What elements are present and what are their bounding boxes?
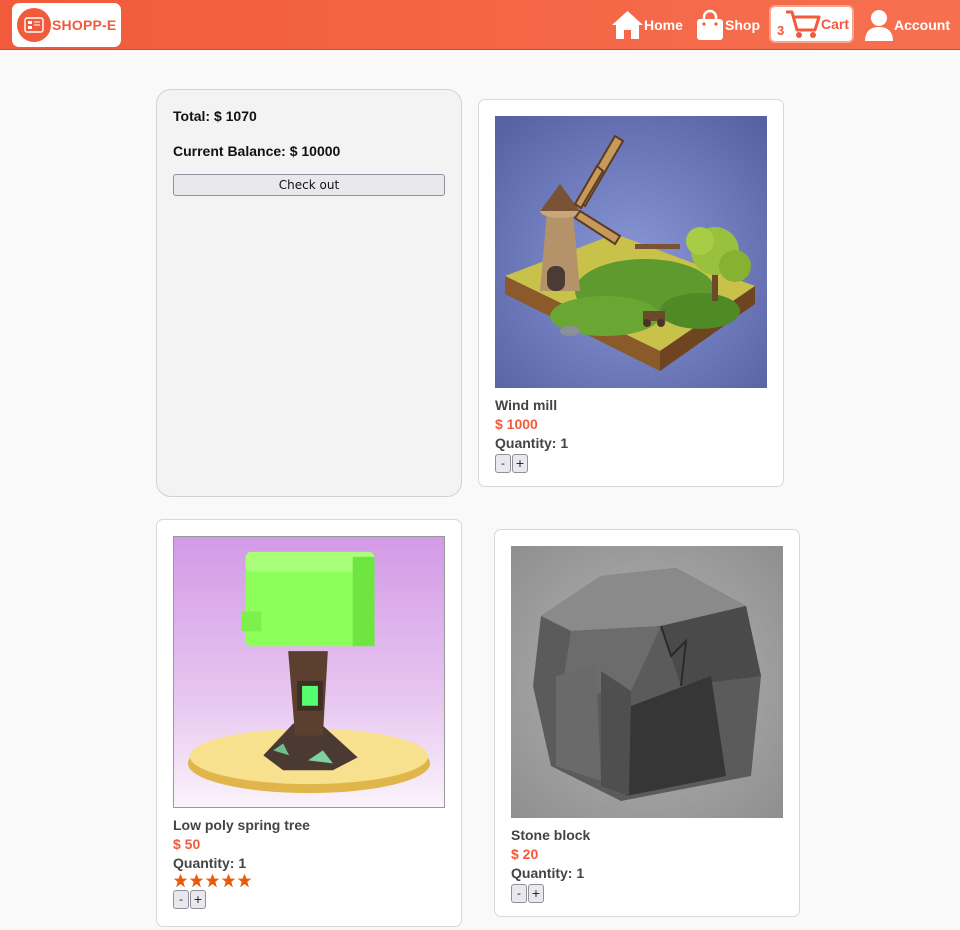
quantity-controls: - + xyxy=(495,454,767,473)
nav-cart-link[interactable]: 3 Cart xyxy=(771,7,852,41)
shopping-bag-icon xyxy=(695,9,725,41)
user-icon xyxy=(864,8,894,42)
star-icon xyxy=(237,873,252,888)
decrease-quantity-button[interactable]: - xyxy=(173,890,189,909)
home-icon xyxy=(611,10,644,40)
product-price: $ 20 xyxy=(511,846,539,862)
product-image-windmill xyxy=(495,116,767,388)
brand-logo-button[interactable]: SHOPP-E xyxy=(12,3,121,47)
increase-quantity-button[interactable]: + xyxy=(528,884,544,903)
current-balance: Current Balance: $ 10000 xyxy=(173,143,341,159)
nav-account-label: Account xyxy=(894,17,950,33)
checkout-button[interactable]: Check out xyxy=(173,174,445,196)
nav-home-label: Home xyxy=(644,17,683,33)
product-image-tree xyxy=(173,536,445,808)
cart-total: Total: $ 1070 xyxy=(173,108,257,124)
nav-cart-label: Cart xyxy=(821,16,850,32)
product-quantity: Quantity: 1 xyxy=(173,855,247,871)
nav-shop-link[interactable]: Shop xyxy=(695,8,760,42)
cart-item-card: Low poly spring tree $ 50 Quantity: 1 - … xyxy=(156,519,462,927)
product-quantity: Quantity: 1 xyxy=(511,865,585,881)
top-navbar: SHOPP-E Home Shop 3 Cart Account xyxy=(0,0,960,50)
star-icon xyxy=(205,873,220,888)
decrease-quantity-button[interactable]: - xyxy=(511,884,527,903)
quantity-controls: - + xyxy=(173,890,445,909)
product-name: Wind mill xyxy=(495,397,558,413)
quantity-controls: - + xyxy=(511,884,783,903)
increase-quantity-button[interactable]: + xyxy=(512,454,528,473)
product-name: Low poly spring tree xyxy=(173,817,310,833)
product-quantity: Quantity: 1 xyxy=(495,435,569,451)
nav-shop-label: Shop xyxy=(725,17,760,33)
cart-icon xyxy=(785,9,821,39)
cart-count-badge: 3 xyxy=(777,23,785,38)
product-image-stone xyxy=(511,546,783,818)
shop-logo-icon xyxy=(17,8,51,42)
star-icon xyxy=(173,873,188,888)
star-icon xyxy=(221,873,236,888)
product-price: $ 50 xyxy=(173,836,201,852)
cart-item-card: Wind mill $ 1000 Quantity: 1 - + xyxy=(478,99,784,487)
rating-stars xyxy=(173,873,445,888)
cart-item-card: Stone block $ 20 Quantity: 1 - + xyxy=(494,529,800,917)
star-icon xyxy=(189,873,204,888)
decrease-quantity-button[interactable]: - xyxy=(495,454,511,473)
brand-name: SHOPP-E xyxy=(52,17,117,33)
product-price: $ 1000 xyxy=(495,416,538,432)
product-name: Stone block xyxy=(511,827,591,843)
increase-quantity-button[interactable]: + xyxy=(190,890,206,909)
nav-home-link[interactable]: Home xyxy=(611,8,683,42)
nav-account-link[interactable]: Account xyxy=(864,8,950,42)
cart-summary-panel: Total: $ 1070 Current Balance: $ 10000 C… xyxy=(156,89,462,497)
